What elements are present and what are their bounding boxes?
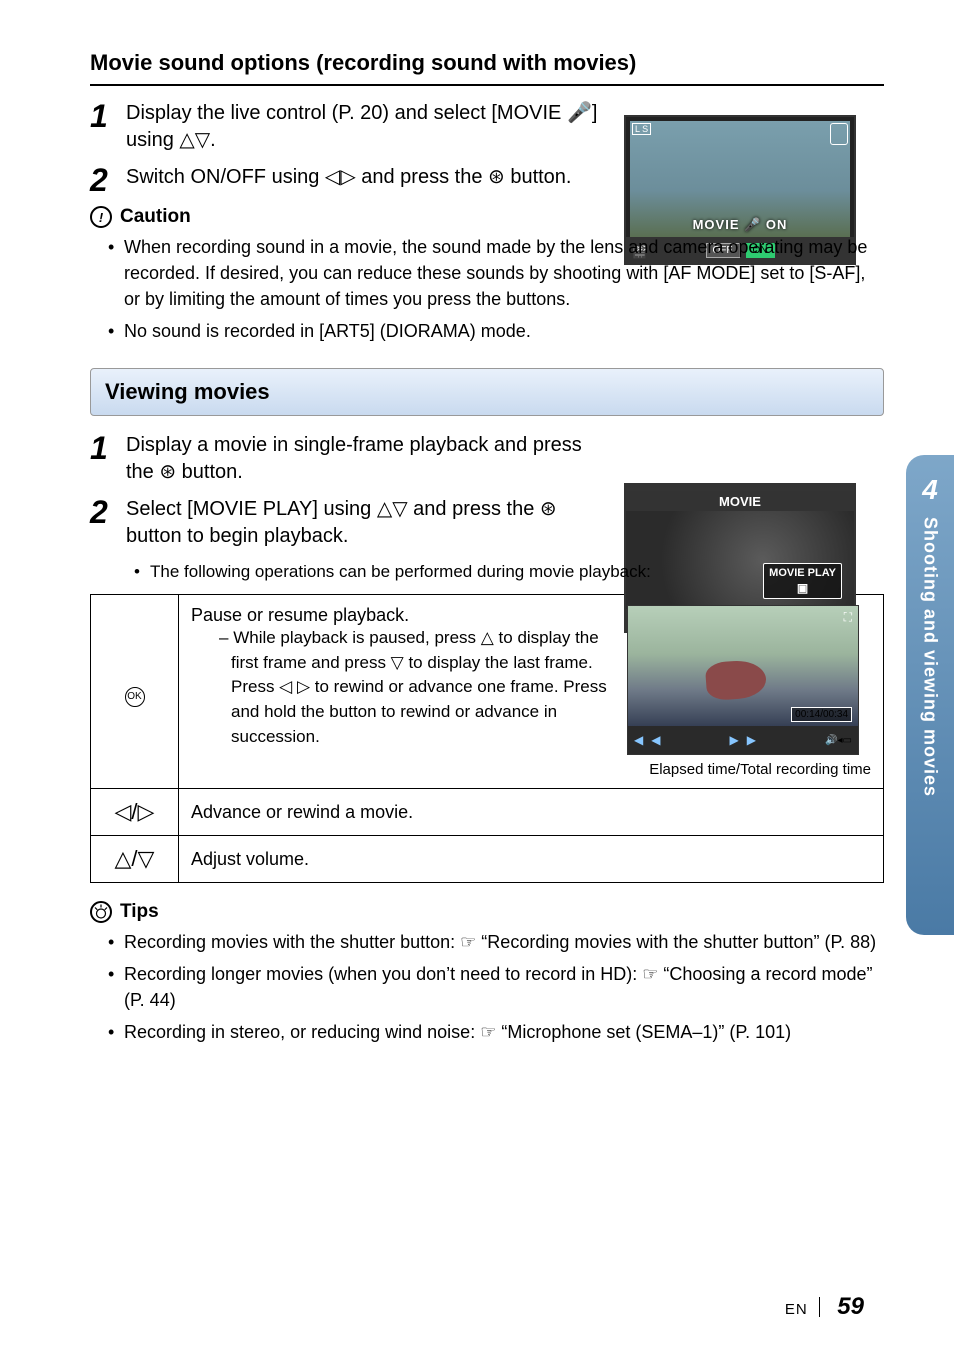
section2-sub-bullet-list: The following operations can be performe… — [134, 560, 884, 584]
page-footer: EN 59 — [785, 1293, 864, 1321]
table-row: OK Pause or resume playback. – While pla… — [91, 595, 884, 789]
expand-icon: ⛶ — [844, 610, 852, 625]
section2-sub-bullet: The following operations can be performe… — [134, 560, 884, 584]
chapter-title-vertical: Shooting and viewing movies — [920, 517, 941, 797]
forward-icon: ▶▶ — [730, 733, 764, 747]
ok-description-cell: Pause or resume playback. – While playba… — [179, 595, 884, 789]
caution-icon: ! — [90, 206, 112, 228]
advance-rewind-cell: Advance or rewind a movie. — [179, 789, 884, 836]
tips-list: Recording movies with the shutter button… — [108, 929, 884, 1045]
step-number-1: 1 — [90, 100, 126, 132]
elapsed-time-indicator: 00:14/00:34 — [791, 707, 852, 722]
section2-heading: Viewing movies — [90, 368, 884, 416]
footer-page-number: 59 — [837, 1293, 864, 1320]
table-row: △/▽ Adjust volume. — [91, 836, 884, 883]
ok-button-cell: OK — [91, 595, 179, 789]
chapter-number: 4 — [913, 473, 947, 507]
subject-shape — [705, 659, 768, 701]
tips-label: Tips — [120, 901, 159, 923]
section1-heading: Movie sound options (recording sound wit… — [90, 50, 884, 86]
step-number-1b: 1 — [90, 432, 126, 464]
caution-item-1: When recording sound in a movie, the sou… — [108, 234, 884, 312]
playback-bottom-bar: ◀◀ ▶▶ 🔊◂▭ — [628, 726, 858, 754]
pause-resume-detail: – While playback is paused, press △ to d… — [219, 626, 611, 749]
tips-item-1: Recording movies with the shutter button… — [108, 929, 884, 955]
section2-step1-text: Display a movie in single-frame playback… — [126, 432, 884, 486]
caution-item-2: No sound is recorded in [ART5] (DIORAMA)… — [108, 318, 884, 344]
pause-resume-lead: Pause or resume playback. — [191, 605, 611, 626]
step-number-2: 2 — [90, 164, 126, 196]
movie-menu-title: MOVIE — [626, 491, 854, 512]
elapsed-time-caption: Elapsed time/Total recording time — [627, 761, 871, 778]
footer-lang: EN — [785, 1301, 808, 1318]
caution-list: When recording sound in a movie, the sou… — [108, 234, 884, 344]
movie-mic-label: MOVIE 🎤 ON — [693, 217, 788, 233]
tips-item-2: Recording longer movies (when you don’t … — [108, 961, 884, 1013]
chapter-side-tab: 4 Shooting and viewing movies — [906, 455, 954, 935]
tips-section: Tips Recording movies with the shutter b… — [90, 901, 884, 1045]
adjust-volume-cell: Adjust volume. — [179, 836, 884, 883]
tips-heading: Tips — [90, 901, 884, 923]
rewind-icon: ◀◀ — [634, 733, 668, 747]
tips-item-3: Recording in stereo, or reducing wind no… — [108, 1019, 884, 1045]
table-row: ◁/▷ Advance or rewind a movie. — [91, 789, 884, 836]
mic-indicator-icon — [830, 123, 848, 145]
page: 4 Shooting and viewing movies Movie soun… — [0, 0, 954, 1357]
caution-label: Caution — [120, 206, 191, 228]
volume-hint-icon: 🔊◂▭ — [825, 735, 852, 746]
up-down-cell: △/▽ — [91, 836, 179, 883]
section2-step1: 1 Display a movie in single-frame playba… — [90, 432, 884, 486]
ok-button-icon: OK — [125, 687, 145, 707]
playback-screenshot: ⛶ 00:14/00:34 ◀◀ ▶▶ 🔊◂▭ — [627, 605, 859, 755]
left-right-cell: ◁/▷ — [91, 789, 179, 836]
tips-icon — [90, 901, 112, 923]
step-number-2b: 2 — [90, 496, 126, 528]
ls-indicator: L S — [632, 123, 651, 135]
footer-divider — [819, 1297, 821, 1317]
playback-operations-table: OK Pause or resume playback. – While pla… — [90, 594, 884, 883]
